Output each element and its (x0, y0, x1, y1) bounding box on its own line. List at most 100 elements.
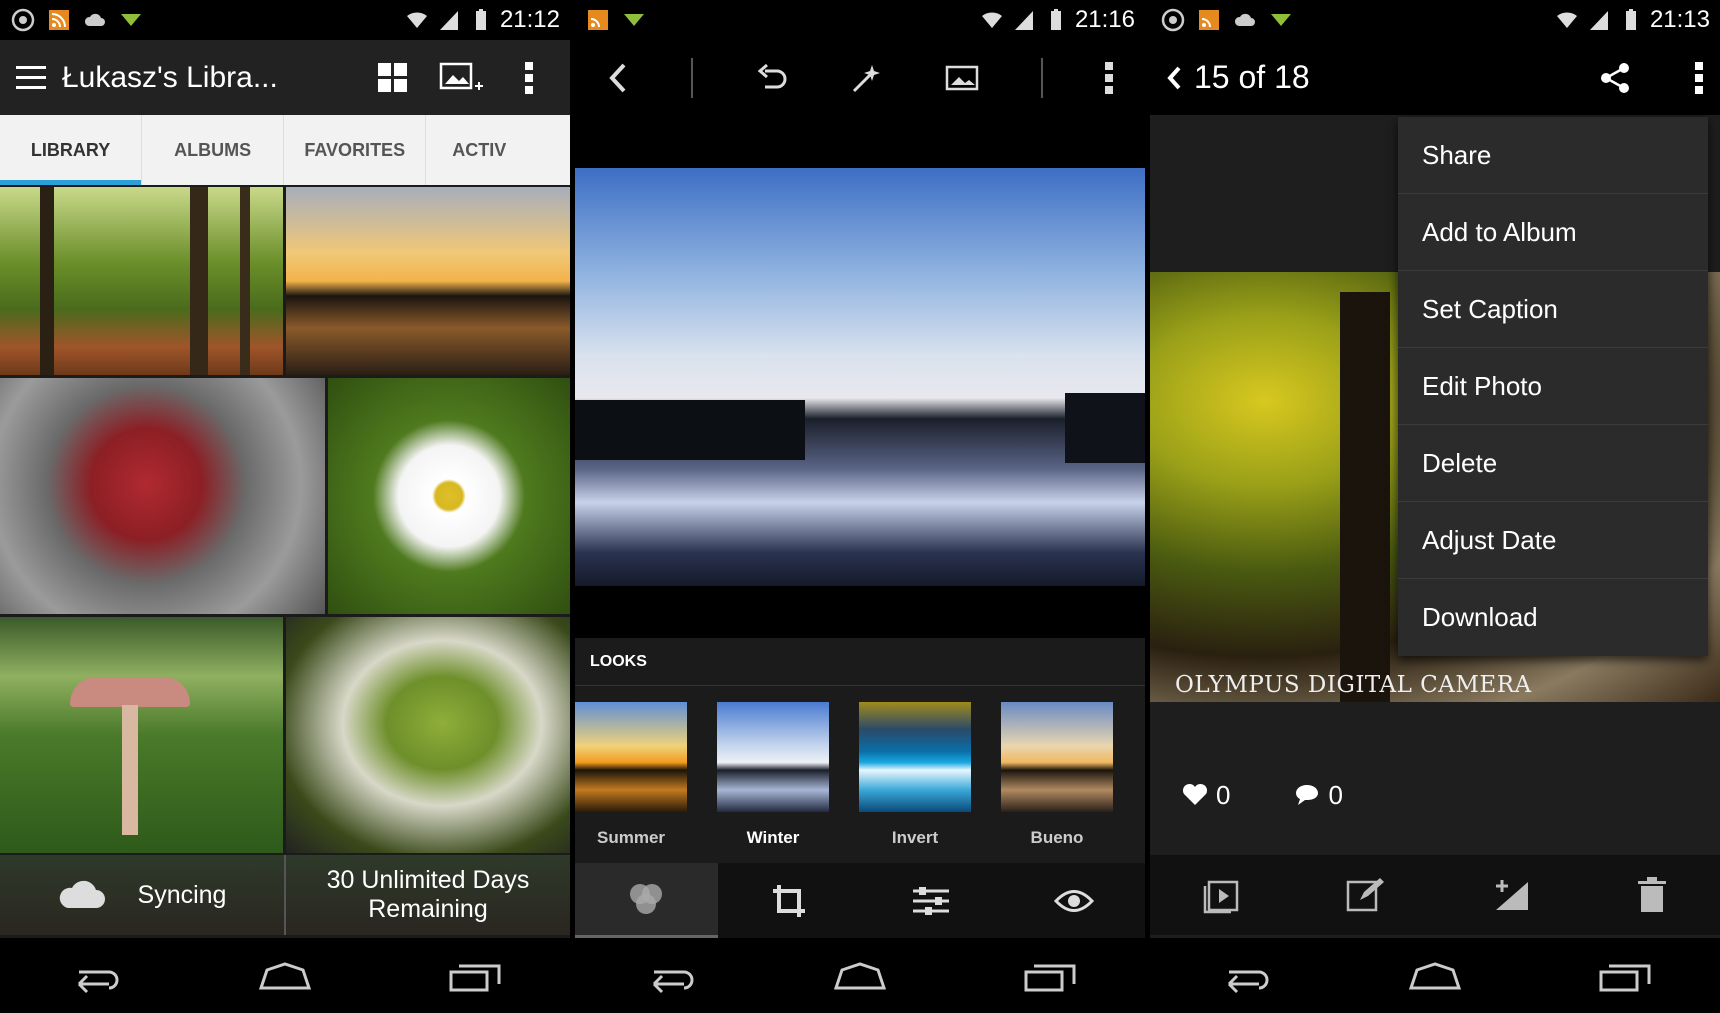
likes-count: 0 (1216, 779, 1231, 810)
more-vertical-icon[interactable] (1104, 61, 1114, 95)
looks-strip[interactable]: Summer Winter Invert Bueno (575, 686, 1145, 848)
compare-image-icon[interactable] (945, 63, 979, 93)
look-thumbnail (717, 702, 829, 812)
menu-item-delete[interactable]: Delete (1398, 425, 1708, 502)
signal-icon (1014, 11, 1033, 30)
sliders-icon (913, 886, 950, 915)
look-invert[interactable]: Invert (859, 702, 971, 848)
system-nav-bar (575, 938, 1145, 1013)
edit-toolbar (575, 40, 1145, 115)
download-arrow-icon (121, 14, 141, 26)
photo-forest-path[interactable] (0, 187, 283, 375)
edited-photo (575, 168, 1145, 586)
photo-daisy[interactable] (328, 378, 570, 614)
menu-item-set-caption[interactable]: Set Caption (1398, 271, 1708, 348)
crop-icon (772, 884, 805, 917)
share-icon[interactable] (1598, 61, 1632, 95)
app-notification-icon (1161, 8, 1185, 32)
toolbar-divider (1040, 57, 1043, 98)
home-icon[interactable] (255, 958, 315, 994)
library-footer: Syncing 30 Unlimited Days Remaining (0, 855, 570, 935)
app-bar: Łukasz's Libra... (0, 40, 570, 115)
tab-albums[interactable]: ALBUMS (142, 115, 285, 185)
comment-icon (1296, 785, 1319, 805)
adjust-mode-button[interactable] (860, 863, 1003, 938)
photo-mushroom[interactable] (0, 617, 283, 853)
tab-library[interactable]: LIBRARY (0, 115, 143, 185)
toolbar-divider (691, 57, 694, 98)
add-image-icon (439, 62, 483, 90)
grid-icon (378, 62, 407, 92)
photo-red-leaf[interactable] (0, 378, 325, 614)
hamburger-menu-icon[interactable] (16, 64, 48, 92)
grid-view-button[interactable] (368, 53, 418, 103)
battery-icon (1050, 9, 1061, 30)
look-label: Invert (891, 828, 939, 847)
look-thumbnail (1001, 702, 1113, 812)
menu-item-adjust-date[interactable]: Adjust Date (1398, 502, 1708, 579)
eye-icon (1053, 889, 1094, 912)
photo-sunset-lake[interactable] (286, 187, 570, 375)
back-icon[interactable] (640, 958, 700, 994)
look-label: Summer (596, 828, 666, 847)
photo-detail-screen: 21:13 15 of 18 OLYMPUS DIGITAL CAMERA Sh… (1150, 0, 1720, 1013)
back-chevron-icon[interactable] (606, 61, 630, 95)
wifi-icon (981, 12, 1002, 28)
more-vertical-icon[interactable] (1694, 61, 1704, 95)
home-icon[interactable] (830, 958, 890, 994)
status-time: 21:16 (1074, 6, 1135, 33)
looks-mode-button[interactable] (575, 863, 718, 938)
sync-status[interactable]: Syncing (0, 855, 284, 935)
look-winter[interactable]: Winter (717, 702, 829, 848)
overflow-menu: Share Add to Album Set Caption Edit Phot… (1398, 117, 1708, 656)
edit-icon[interactable] (1346, 876, 1386, 914)
trash-icon[interactable] (1637, 876, 1667, 914)
signal-icon (1589, 11, 1608, 30)
look-thumbnail (859, 702, 971, 812)
back-chevron-icon[interactable] (1166, 65, 1182, 91)
menu-item-edit-photo[interactable]: Edit Photo (1398, 348, 1708, 425)
look-bueno[interactable]: Bueno (1001, 702, 1113, 848)
look-label: Bueno (1030, 828, 1084, 847)
more-vertical-icon (525, 61, 533, 94)
system-nav-bar (0, 938, 570, 1013)
trial-status[interactable]: 30 Unlimited Days Remaining (284, 855, 570, 935)
signal-icon (439, 11, 458, 30)
recents-icon[interactable] (445, 958, 505, 994)
home-icon[interactable] (1405, 958, 1465, 994)
app-bar: 15 of 18 (1150, 40, 1720, 115)
tab-activity[interactable]: ACTIV (426, 115, 570, 185)
tab-favorites[interactable]: FAVORITES (284, 115, 427, 185)
likes[interactable]: 0 (1182, 780, 1230, 811)
photo-green-leaf[interactable] (286, 617, 570, 853)
cloud-sync-icon (59, 880, 105, 908)
slideshow-icon[interactable] (1203, 876, 1241, 914)
rating-add-icon[interactable] (1492, 876, 1532, 914)
wifi-icon (406, 12, 427, 28)
back-icon[interactable] (1215, 958, 1275, 994)
comments[interactable]: 0 (1294, 780, 1343, 811)
cloud-icon (84, 13, 105, 26)
back-icon[interactable] (65, 958, 125, 994)
menu-item-add-to-album[interactable]: Add to Album (1398, 194, 1708, 271)
status-bar: 21:16 (575, 0, 1145, 40)
status-bar: 21:12 (0, 0, 570, 40)
status-bar: 21:13 (1150, 0, 1720, 40)
add-photo-button[interactable] (436, 53, 486, 103)
look-summer[interactable]: Summer (575, 702, 687, 848)
overflow-menu-button[interactable] (504, 53, 554, 103)
library-screen: 21:12 Łukasz's Libra... LIBRARY ALBUMS F… (0, 0, 570, 1013)
looks-title: LOOKS (575, 638, 1145, 686)
crop-mode-button[interactable] (718, 863, 861, 938)
edit-screen: 21:16 LOOKS Summer Winter Invert Bueno (575, 0, 1145, 1013)
status-time: 21:13 (1649, 6, 1710, 33)
rss-icon (588, 10, 608, 30)
preview-mode-button[interactable] (1003, 863, 1146, 938)
menu-item-share[interactable]: Share (1398, 117, 1708, 194)
menu-item-download[interactable]: Download (1398, 579, 1708, 656)
recents-icon[interactable] (1020, 958, 1080, 994)
undo-icon[interactable] (755, 63, 789, 93)
battery-icon (1625, 9, 1636, 30)
auto-enhance-wand-icon[interactable] (850, 61, 884, 95)
recents-icon[interactable] (1595, 958, 1655, 994)
